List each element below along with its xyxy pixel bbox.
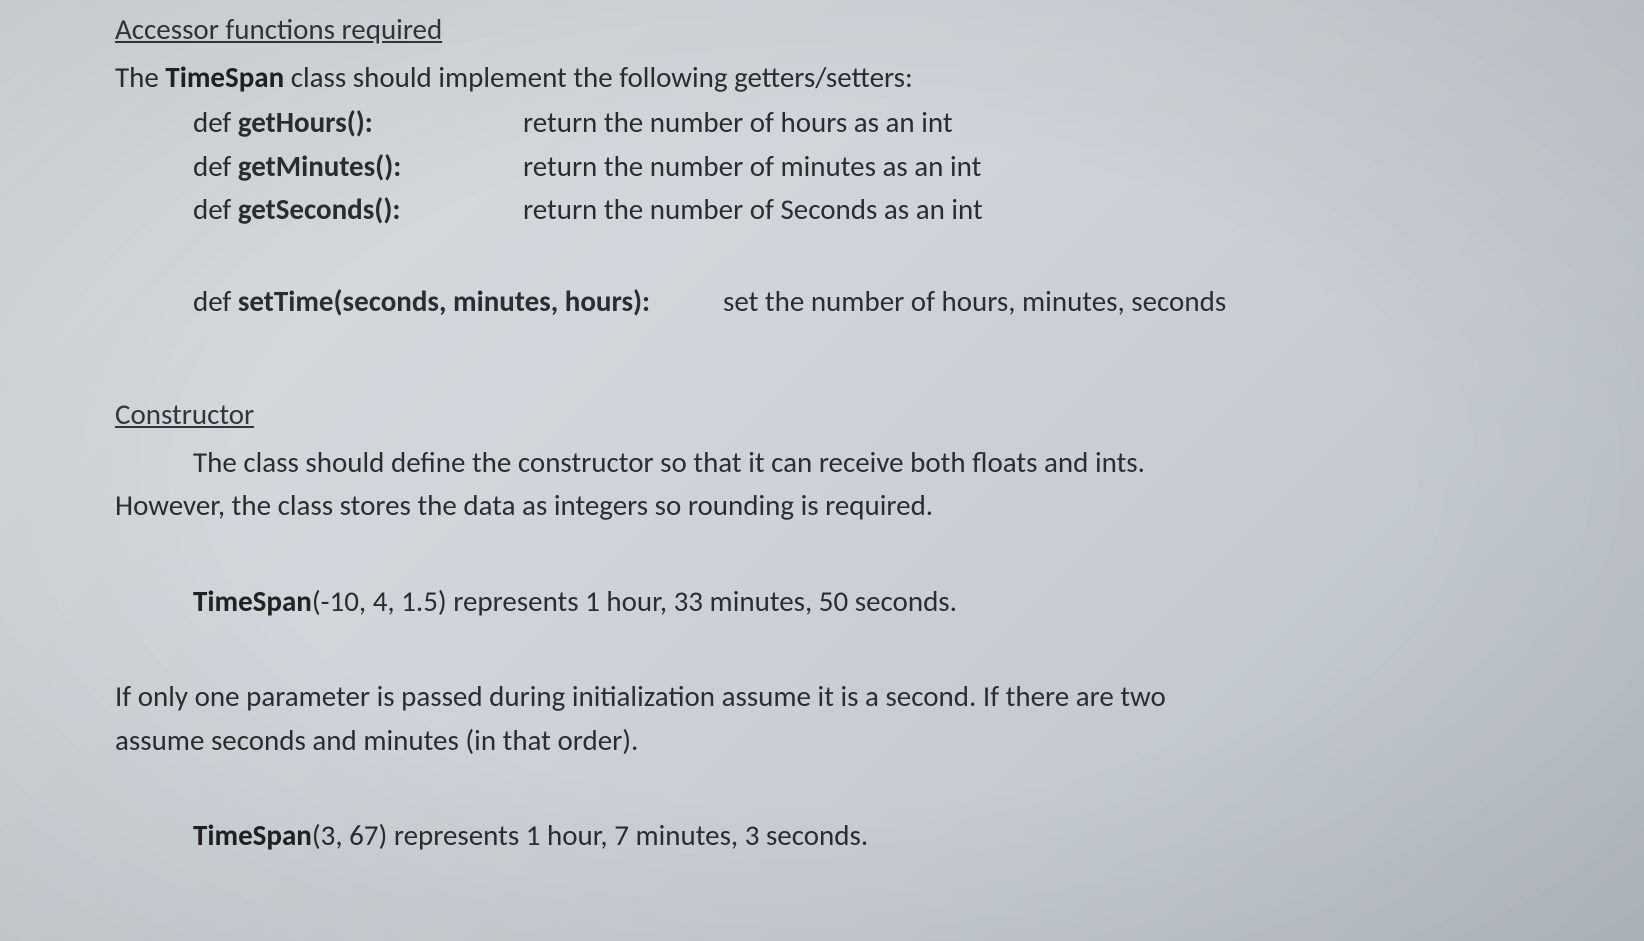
method-row-gethours: def getHours(): return the number of hou… <box>193 101 1604 145</box>
follow-line1: If only one parameter is passed during i… <box>115 675 1604 719</box>
intro-pre: The <box>115 59 165 95</box>
methods-block: def getHours(): return the number of hou… <box>115 101 1604 323</box>
method-name: setTime(seconds, minutes, hours): <box>238 283 650 319</box>
example-1: TimeSpan(-10, 4, 1.5) represents 1 hour,… <box>115 580 1604 624</box>
example-2: TimeSpan(3, 67) represents 1 hour, 7 min… <box>115 814 1604 858</box>
def-keyword: def <box>193 283 238 319</box>
accessor-heading: Accessor functions required <box>115 8 1604 52</box>
method-desc: return the number of hours as an int <box>523 101 1604 145</box>
def-keyword: def <box>193 148 238 184</box>
example1-classname: TimeSpan <box>193 583 312 619</box>
settime-desc: set the number of hours, minutes, second… <box>723 280 1604 324</box>
follow-line2: assume seconds and minutes (in that orde… <box>115 719 1604 763</box>
method-row-settime: def setTime(seconds, minutes, hours): se… <box>193 280 1604 324</box>
intro-classname: TimeSpan <box>165 59 284 95</box>
constructor-para-line2: However, the class stores the data as in… <box>115 484 1604 528</box>
method-name: getMinutes(): <box>238 148 401 184</box>
example2-rest: (3, 67) represents 1 hour, 7 minutes, 3 … <box>312 817 868 853</box>
method-name: getSeconds(): <box>238 191 401 227</box>
accessor-section: Accessor functions required The TimeSpan… <box>115 8 1604 323</box>
method-row-getseconds: def getSeconds(): return the number of S… <box>193 188 1604 232</box>
method-sig: def getMinutes(): <box>193 145 523 189</box>
def-keyword: def <box>193 191 238 227</box>
intro-post: class should implement the following get… <box>284 59 913 95</box>
constructor-para-line1: The class should define the constructor … <box>115 441 1604 485</box>
method-desc: return the number of Seconds as an int <box>523 188 1604 232</box>
constructor-section: Constructor The class should define the … <box>115 393 1604 858</box>
follow-paragraph: If only one parameter is passed during i… <box>115 675 1604 762</box>
def-keyword: def <box>193 104 238 140</box>
constructor-paragraph: The class should define the constructor … <box>115 441 1604 528</box>
example2-classname: TimeSpan <box>193 817 312 853</box>
method-row-getminutes: def getMinutes(): return the number of m… <box>193 145 1604 189</box>
method-name: getHours(): <box>238 104 373 140</box>
method-sig: def getSeconds(): <box>193 188 523 232</box>
method-desc: return the number of minutes as an int <box>523 145 1604 189</box>
constructor-heading: Constructor <box>115 393 1604 437</box>
method-sig: def getHours(): <box>193 101 523 145</box>
example1-rest: (-10, 4, 1.5) represents 1 hour, 33 minu… <box>312 583 957 619</box>
intro-line: The TimeSpan class should implement the … <box>115 56 1604 100</box>
settime-sig: def setTime(seconds, minutes, hours): <box>193 280 723 324</box>
